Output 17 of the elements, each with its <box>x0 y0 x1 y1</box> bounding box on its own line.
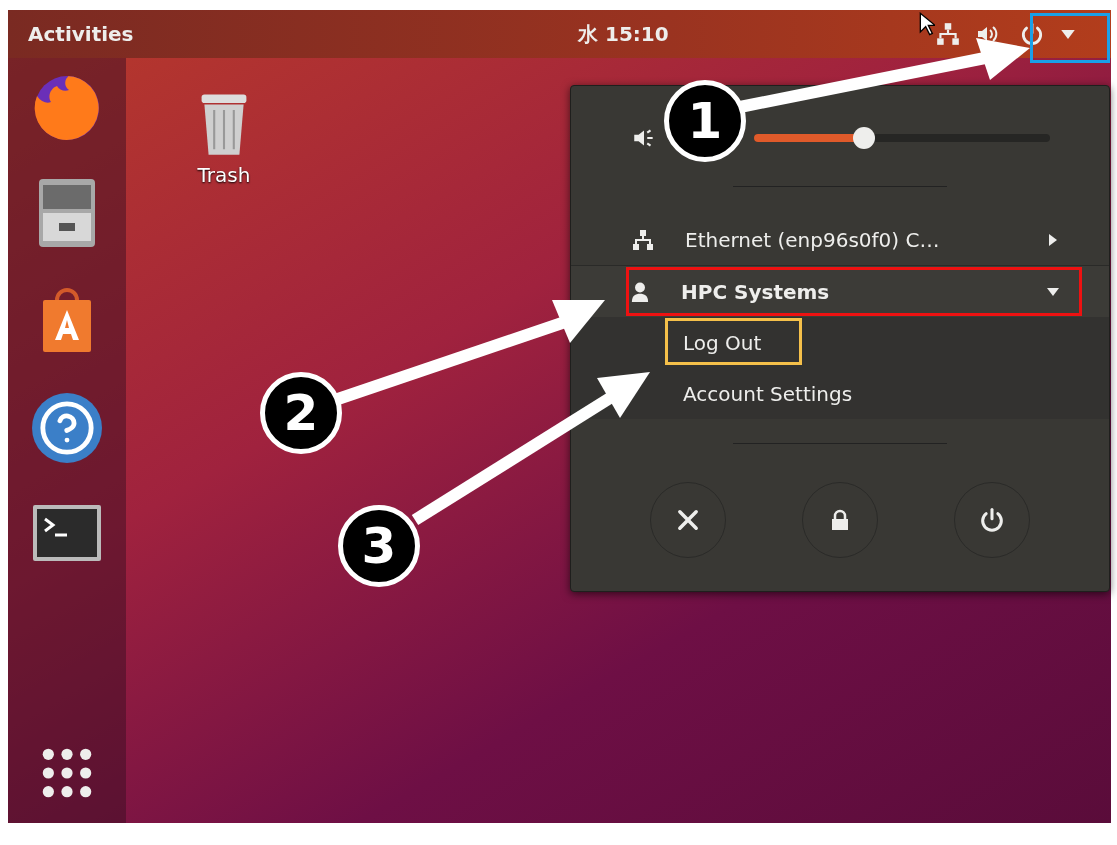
submenu-item[interactable]: Log Out <box>683 327 762 358</box>
mouse-pointer-icon <box>919 12 935 36</box>
person-icon <box>631 280 649 303</box>
caret-down-icon <box>1047 285 1059 298</box>
network-icon <box>935 21 961 47</box>
clock[interactable]: 水 15:10 <box>578 19 669 49</box>
submenu-item[interactable]: Account Settings <box>683 378 853 409</box>
dropdown-arrow-icon <box>1061 29 1075 39</box>
power-icon <box>978 506 1006 534</box>
activities-button[interactable]: Activities <box>28 19 134 49</box>
caret-right-icon <box>1047 234 1059 246</box>
desktop-icon-label[interactable]: Trash <box>197 160 251 190</box>
menu-item-label: Ethernet (enp96s0f0) C… <box>685 227 940 254</box>
slider-thumb[interactable] <box>852 127 875 149</box>
menu-item-label: HPC Systems <box>681 278 830 306</box>
network-icon <box>631 228 655 252</box>
user-menu-item[interactable]: HPC Systems <box>571 266 1109 317</box>
